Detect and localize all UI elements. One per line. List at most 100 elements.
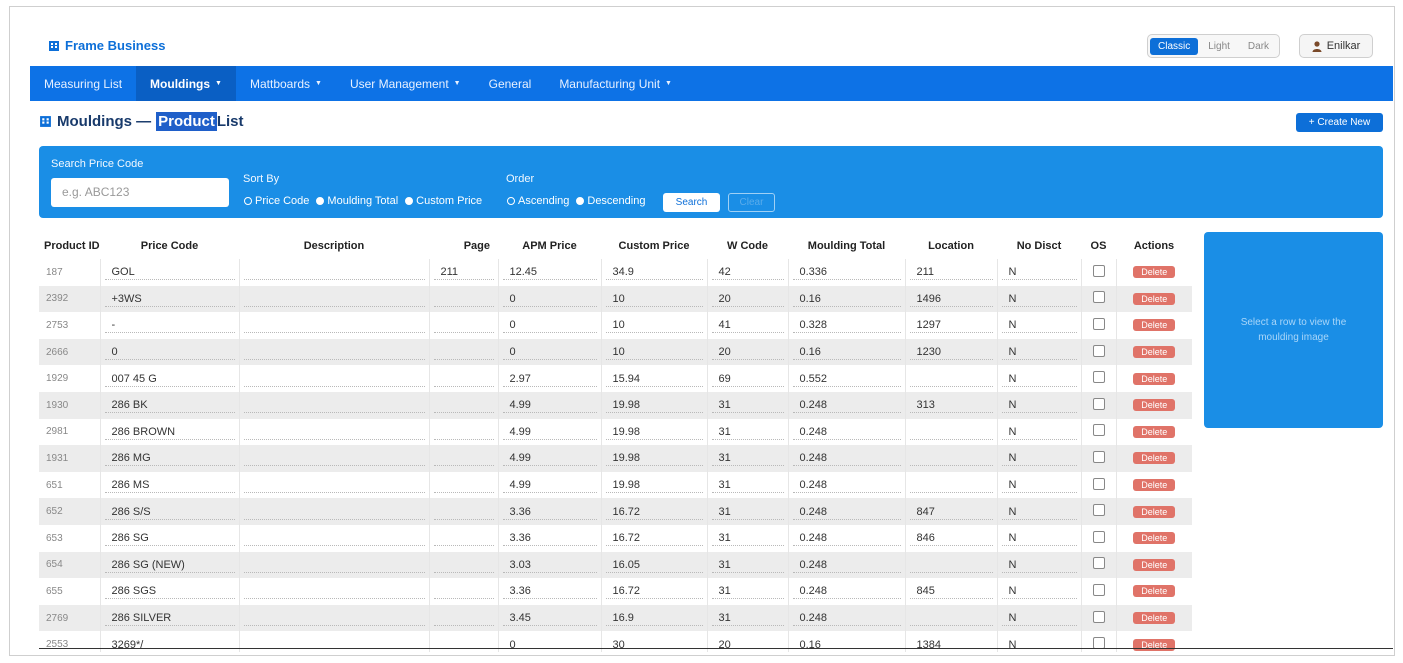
table-row[interactable]: 652 286 S/S 3.36 16.72 31 0.248 847 N Delete xyxy=(39,498,1192,525)
custom-price-field[interactable]: 30 xyxy=(605,637,703,652)
os-checkbox[interactable] xyxy=(1092,450,1105,463)
table-row[interactable]: 1929 007 45 G 2.97 15.94 69 0.552 N Delete xyxy=(39,365,1192,392)
apm-price-field[interactable]: 0 xyxy=(502,637,597,652)
user-menu-button[interactable]: Enilkar xyxy=(1299,34,1373,58)
nav-mattboards[interactable]: Mattboards ▼ xyxy=(236,66,336,101)
description-field[interactable] xyxy=(243,450,425,467)
description-field[interactable] xyxy=(243,424,425,440)
apm-price-field[interactable]: 3.45 xyxy=(502,610,597,627)
moulding-total-field[interactable]: 0.336 xyxy=(792,264,901,281)
apm-price-field[interactable]: 12.45 xyxy=(502,264,597,281)
apm-price-field[interactable]: 4.99 xyxy=(502,450,597,467)
custom-price-field[interactable]: 16.72 xyxy=(605,583,703,600)
moulding-total-field[interactable]: 0.248 xyxy=(792,504,901,520)
w-code-field[interactable]: 31 xyxy=(711,530,784,547)
table-row[interactable]: 2981 286 BROWN 4.99 19.98 31 0.248 N Delete xyxy=(39,418,1192,446)
theme-dark[interactable]: Dark xyxy=(1240,38,1277,55)
description-field[interactable] xyxy=(243,557,425,573)
page-field[interactable]: 211 xyxy=(433,264,494,281)
apm-price-field[interactable]: 3.03 xyxy=(502,557,597,573)
location-field[interactable]: 1230 xyxy=(909,344,993,361)
custom-price-field[interactable]: 15.94 xyxy=(605,371,703,387)
delete-button[interactable]: Delete xyxy=(1133,505,1176,518)
page-field[interactable] xyxy=(433,583,494,600)
moulding-total-field[interactable]: 0.16 xyxy=(792,344,901,361)
delete-button[interactable]: Delete xyxy=(1133,346,1176,359)
description-field[interactable] xyxy=(243,504,425,520)
w-code-field[interactable]: 20 xyxy=(711,291,784,307)
w-code-field[interactable]: 31 xyxy=(711,477,784,494)
table-row[interactable]: 655 286 SGS 3.36 16.72 31 0.248 845 N Delete xyxy=(39,578,1192,605)
custom-price-field[interactable]: 10 xyxy=(605,291,703,307)
location-field[interactable]: 845 xyxy=(909,583,993,600)
custom-price-field[interactable]: 16.72 xyxy=(605,530,703,547)
custom-price-field[interactable]: 19.98 xyxy=(605,397,703,414)
description-field[interactable] xyxy=(243,317,425,334)
no-disct-field[interactable]: N xyxy=(1001,424,1077,440)
price-code-field[interactable]: 286 SGS xyxy=(104,583,235,600)
no-disct-field[interactable]: N xyxy=(1001,583,1077,600)
clear-button[interactable]: Clear xyxy=(728,193,775,212)
nav-general[interactable]: General xyxy=(475,66,546,101)
custom-price-field[interactable]: 10 xyxy=(605,317,703,334)
col-header[interactable]: OS xyxy=(1081,232,1116,259)
location-field[interactable] xyxy=(909,557,993,573)
custom-price-field[interactable]: 19.98 xyxy=(605,450,703,467)
col-header[interactable]: Location xyxy=(905,232,997,259)
nav-manufacturing-unit[interactable]: Manufacturing Unit ▼ xyxy=(545,66,686,101)
description-field[interactable] xyxy=(243,530,425,547)
sort-option-moulding-total[interactable]: Moulding Total xyxy=(316,195,398,207)
custom-price-field[interactable]: 19.98 xyxy=(605,477,703,494)
col-header[interactable]: Custom Price xyxy=(601,232,707,259)
moulding-total-field[interactable]: 0.16 xyxy=(792,291,901,307)
brand[interactable]: Frame Business xyxy=(48,38,165,53)
moulding-total-field[interactable]: 0.16 xyxy=(792,637,901,652)
location-field[interactable] xyxy=(909,424,993,440)
nav-user-management[interactable]: User Management ▼ xyxy=(336,66,475,101)
os-checkbox[interactable] xyxy=(1092,583,1105,596)
description-field[interactable] xyxy=(243,291,425,307)
col-header[interactable]: W Code xyxy=(707,232,788,259)
table-row[interactable]: 1930 286 BK 4.99 19.98 31 0.248 313 N Delete xyxy=(39,391,1192,419)
col-header[interactable]: Description xyxy=(239,232,429,259)
delete-button[interactable]: Delete xyxy=(1133,452,1176,465)
custom-price-field[interactable]: 10 xyxy=(605,344,703,361)
os-checkbox[interactable] xyxy=(1092,424,1105,437)
w-code-field[interactable]: 41 xyxy=(711,317,784,334)
location-field[interactable]: 847 xyxy=(909,504,993,520)
os-checkbox[interactable] xyxy=(1092,291,1105,304)
apm-price-field[interactable]: 2.97 xyxy=(502,371,597,387)
no-disct-field[interactable]: N xyxy=(1001,557,1077,573)
delete-button[interactable]: Delete xyxy=(1133,266,1176,279)
table-row[interactable]: 2666 0 0 10 20 0.16 1230 N Delete xyxy=(39,338,1192,366)
moulding-total-field[interactable]: 0.328 xyxy=(792,317,901,334)
delete-button[interactable]: Delete xyxy=(1133,558,1176,571)
os-checkbox[interactable] xyxy=(1092,397,1105,410)
w-code-field[interactable]: 31 xyxy=(711,397,784,414)
no-disct-field[interactable]: N xyxy=(1001,504,1077,520)
os-checkbox[interactable] xyxy=(1092,557,1105,570)
location-field[interactable]: 1496 xyxy=(909,291,993,307)
page-field[interactable] xyxy=(433,344,494,361)
no-disct-field[interactable]: N xyxy=(1001,291,1077,307)
moulding-total-field[interactable]: 0.248 xyxy=(792,424,901,440)
table-row[interactable]: 651 286 MS 4.99 19.98 31 0.248 N Delete xyxy=(39,471,1192,499)
page-field[interactable] xyxy=(433,317,494,334)
description-field[interactable] xyxy=(243,344,425,361)
col-header[interactable]: Page xyxy=(429,232,498,259)
apm-price-field[interactable]: 0 xyxy=(502,317,597,334)
page-field[interactable] xyxy=(433,477,494,494)
price-code-field[interactable]: 286 BK xyxy=(104,397,235,414)
moulding-total-field[interactable]: 0.248 xyxy=(792,477,901,494)
apm-price-field[interactable]: 4.99 xyxy=(502,424,597,440)
description-field[interactable] xyxy=(243,264,425,281)
moulding-total-field[interactable]: 0.248 xyxy=(792,530,901,547)
os-checkbox[interactable] xyxy=(1092,610,1105,623)
nav-mouldings[interactable]: Mouldings ▼ xyxy=(136,66,236,101)
location-field[interactable] xyxy=(909,450,993,467)
os-checkbox[interactable] xyxy=(1092,371,1105,384)
no-disct-field[interactable]: N xyxy=(1001,317,1077,334)
delete-button[interactable]: Delete xyxy=(1133,292,1176,305)
delete-button[interactable]: Delete xyxy=(1133,399,1176,412)
table-row[interactable]: 187 GOL 211 12.45 34.9 42 0.336 211 N Delete xyxy=(39,259,1192,286)
